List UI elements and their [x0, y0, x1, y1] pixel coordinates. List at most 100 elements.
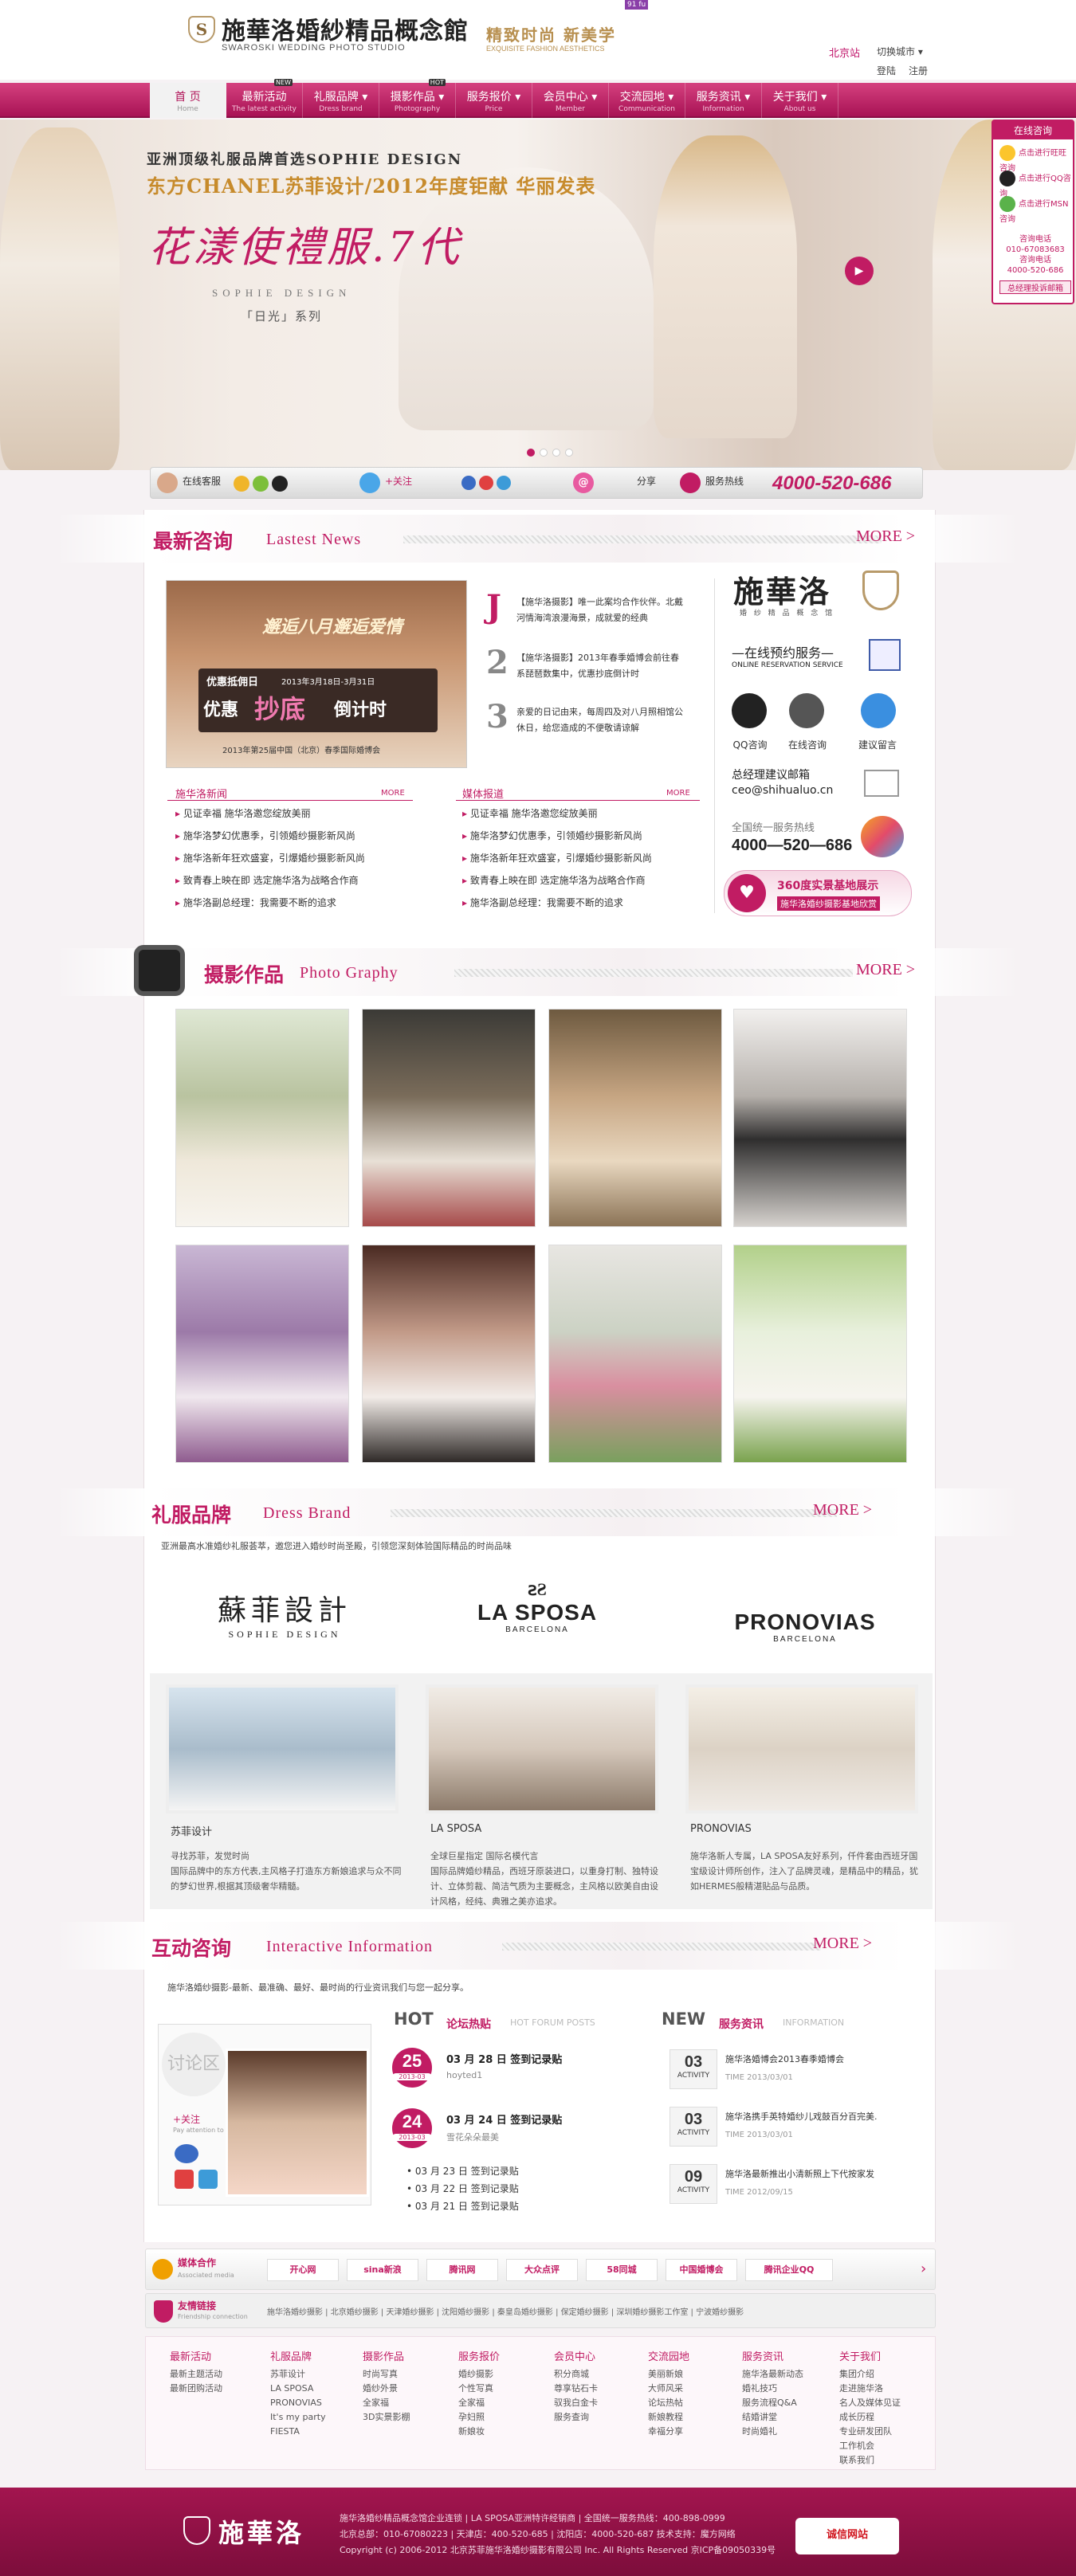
- activity-title[interactable]: 施华洛携手英特婚纱儿戏鼓百分百完美.: [725, 2110, 878, 2123]
- photo-thumb[interactable]: [175, 1245, 349, 1463]
- feature-text[interactable]: 【施华洛摄影】唯一此案均合作伙伴。北戴河情海湾浪漫海景，成就爱的经典: [516, 594, 685, 626]
- sitemap-column-title[interactable]: 关于我们: [839, 2348, 881, 2363]
- nav-home[interactable]: 首 页 Home: [150, 83, 226, 118]
- partner-logo[interactable]: 中国婚博会: [666, 2259, 737, 2281]
- partner-logo[interactable]: 开心网: [267, 2259, 339, 2281]
- list-item[interactable]: 见证幸福 施华洛邀您绽放美丽: [462, 806, 598, 820]
- list-item[interactable]: 致青春上映在即 选定施华洛为战略合作商: [175, 873, 359, 887]
- brand-photo[interactable]: [166, 1684, 399, 1813]
- list-item[interactable]: • 03 月 22 日 签到记录贴: [406, 2180, 519, 2198]
- msn-icon[interactable]: [253, 476, 269, 492]
- photo-thumb[interactable]: [175, 1009, 349, 1227]
- sitemap-link[interactable]: 集团介绍: [839, 2367, 901, 2382]
- partner-logo[interactable]: sina新浪: [347, 2259, 418, 2281]
- post-link[interactable]: 03 月 23 日 签到记录贴: [415, 2166, 519, 2177]
- sophie-design-logo[interactable]: 蘇菲設計 SOPHIE DESIGN: [209, 1587, 360, 1641]
- sitemap-link[interactable]: 结婚讲堂: [742, 2410, 803, 2425]
- photo-thumb[interactable]: [548, 1245, 722, 1463]
- sitemap-link[interactable]: 大师风采: [648, 2382, 683, 2396]
- sitemap-link[interactable]: 个性写真: [458, 2382, 493, 2396]
- qq-consult-link[interactable]: 点击进行QQ咨询: [999, 171, 1071, 198]
- qq-icon[interactable]: [272, 476, 288, 492]
- feature-text[interactable]: 【施华洛摄影】2013年春季婚博会前往春系琵琶数集中，优惠抄底倒计时: [516, 650, 685, 682]
- sitemap-link[interactable]: 最新主题活动: [170, 2367, 222, 2382]
- brand-name[interactable]: LA SPOSA: [430, 1823, 481, 1835]
- partner-logo[interactable]: 腾讯网: [426, 2259, 498, 2281]
- photo-thumb[interactable]: [362, 1245, 536, 1463]
- sitemap-link[interactable]: 施华洛最新动态: [742, 2367, 803, 2382]
- photo-thumb[interactable]: [548, 1009, 722, 1227]
- gm-email[interactable]: ceo@shihualuo.cn: [732, 784, 833, 797]
- sitemap-link[interactable]: 苏菲设计: [270, 2367, 326, 2382]
- vr-tour-button[interactable]: ♥ 360度实景基地展示 施华洛婚纱摄影基地欣赏: [724, 870, 912, 916]
- brand-name[interactable]: 苏菲设计: [171, 1823, 212, 1838]
- tencent-weibo-icon[interactable]: [497, 476, 511, 490]
- photo-thumb[interactable]: [733, 1245, 907, 1463]
- list-item[interactable]: • 03 月 21 日 签到记录贴: [406, 2198, 519, 2215]
- telephone-icon[interactable]: [789, 693, 824, 728]
- promo-banner[interactable]: 邂逅八月邂逅爱情 优惠抵佣日 2013年3月18日-3月31日 优惠 抄底 倒计…: [166, 580, 467, 768]
- sitemap-column-title[interactable]: 最新活动: [170, 2348, 211, 2363]
- list-item[interactable]: 致青春上映在即 选定施华洛为战略合作商: [462, 873, 646, 887]
- follow-button[interactable]: +关注: [385, 474, 412, 488]
- sitemap-column-title[interactable]: 会员中心: [554, 2348, 595, 2363]
- sitemap-link[interactable]: 尊享钻石卡: [554, 2382, 598, 2396]
- sitemap-link[interactable]: 走进施华洛: [839, 2382, 901, 2396]
- nav-activity[interactable]: NEW 最新活动 The latest activity: [226, 79, 303, 118]
- qq-icon[interactable]: [732, 693, 767, 728]
- switch-city-link[interactable]: 切换城市 ▾: [877, 45, 923, 58]
- news-more-link[interactable]: MORE >: [856, 527, 915, 546]
- list-item[interactable]: 施华洛新年狂欢盛宴，引爆婚纱摄影新风尚: [462, 851, 652, 865]
- post-link[interactable]: 03 月 22 日 签到记录贴: [415, 2183, 519, 2194]
- msn-consult-link[interactable]: 点击进行MSN咨询: [999, 196, 1071, 224]
- list-item[interactable]: 施华洛新年狂欢盛宴，引爆婚纱摄影新风尚: [175, 851, 365, 865]
- online-consult-label[interactable]: 在线咨询: [780, 738, 835, 751]
- sitemap-link[interactable]: 孕妇照: [458, 2410, 493, 2425]
- sitemap-link[interactable]: 美丽新娘: [648, 2367, 683, 2382]
- sitemap-link[interactable]: PRONOVIAS: [270, 2396, 326, 2410]
- reservation-icon[interactable]: [869, 639, 901, 671]
- nav-price[interactable]: 服务报价 ▾ Price: [456, 83, 532, 118]
- message-bubble-icon[interactable]: [861, 693, 896, 728]
- friend-links[interactable]: 施华洛婚纱摄影 | 北京婚纱摄影 | 天津婚纱摄影 | 沈阳婚纱摄影 | 秦皇岛…: [267, 2305, 744, 2317]
- list-item[interactable]: 施华洛梦幻优惠季，引领婚纱摄影新风尚: [175, 829, 355, 842]
- nav-about[interactable]: 关于我们 ▾ About us: [762, 83, 838, 118]
- nav-information[interactable]: 服务资讯 ▾ Information: [685, 83, 762, 118]
- wangwang-icon[interactable]: [234, 476, 249, 492]
- list-item[interactable]: 施华洛副总经理：我需要不断的追求: [175, 896, 336, 909]
- hot-post-title[interactable]: 03 月 24 日 签到记录贴: [446, 2111, 562, 2127]
- sitemap-link[interactable]: 名人及媒体见证: [839, 2396, 901, 2410]
- sitemap-column-title[interactable]: 交流园地: [648, 2348, 689, 2363]
- list-item[interactable]: 施华洛副总经理：我需要不断的追求: [462, 896, 623, 909]
- hero-banner[interactable]: 亚洲顶级礼服品牌首选SOPHIE DESIGN 东方CHANEL苏菲设计/201…: [0, 120, 1076, 470]
- hot-post-user[interactable]: hoyted1: [446, 2070, 482, 2080]
- sitemap-link[interactable]: 3D实景影棚: [363, 2410, 410, 2425]
- sitemap-link[interactable]: 婚纱摄影: [458, 2367, 493, 2382]
- sitemap-column-title[interactable]: 服务资讯: [742, 2348, 783, 2363]
- sitemap-link[interactable]: 时尚婚礼: [742, 2425, 803, 2439]
- post-link[interactable]: 03 月 21 日 签到记录贴: [415, 2201, 519, 2212]
- news-list-more[interactable]: MORE: [381, 789, 405, 798]
- nav-dress-brand[interactable]: 礼服品牌 ▾ Dress brand: [303, 83, 379, 118]
- hot-post-user[interactable]: 雪花朵朵最美: [446, 2131, 499, 2143]
- qq-consult-label[interactable]: QQ咨询: [722, 738, 778, 751]
- sitemap-link[interactable]: 全家福: [363, 2396, 410, 2410]
- sitemap-link[interactable]: 工作机会: [839, 2439, 901, 2453]
- brand-more-link[interactable]: MORE >: [813, 1501, 872, 1519]
- partner-logo[interactable]: 大众点评: [506, 2259, 578, 2281]
- sitemap-link[interactable]: 婚礼技巧: [742, 2382, 803, 2396]
- sitemap-link[interactable]: 服务查询: [554, 2410, 598, 2425]
- discussion-box[interactable]: 讨论区 +关注 Pay attention to: [158, 2024, 371, 2205]
- play-icon[interactable]: ▶: [845, 257, 874, 285]
- la-sposa-logo[interactable]: ꙅƧ LA SPOSA BARCELONA: [457, 1579, 617, 1634]
- sitemap-link[interactable]: 时尚写真: [363, 2367, 410, 2382]
- sitemap-link[interactable]: 联系我们: [839, 2453, 901, 2468]
- tencent-weibo-icon[interactable]: [198, 2170, 218, 2189]
- list-item[interactable]: 施华洛梦幻优惠季，引领婚纱摄影新风尚: [462, 829, 642, 842]
- login-link[interactable]: 登陆: [877, 64, 896, 77]
- activity-title[interactable]: 施华洛婚博会2013春季婚博会: [725, 2053, 844, 2065]
- sitemap-link[interactable]: It's my party: [270, 2410, 326, 2425]
- pronovias-logo[interactable]: PRONOVIAS BARCELONA: [709, 1610, 901, 1644]
- register-link[interactable]: 注册: [909, 64, 928, 77]
- nav-photography[interactable]: HOT 摄影作品 ▾ Photography: [379, 79, 456, 118]
